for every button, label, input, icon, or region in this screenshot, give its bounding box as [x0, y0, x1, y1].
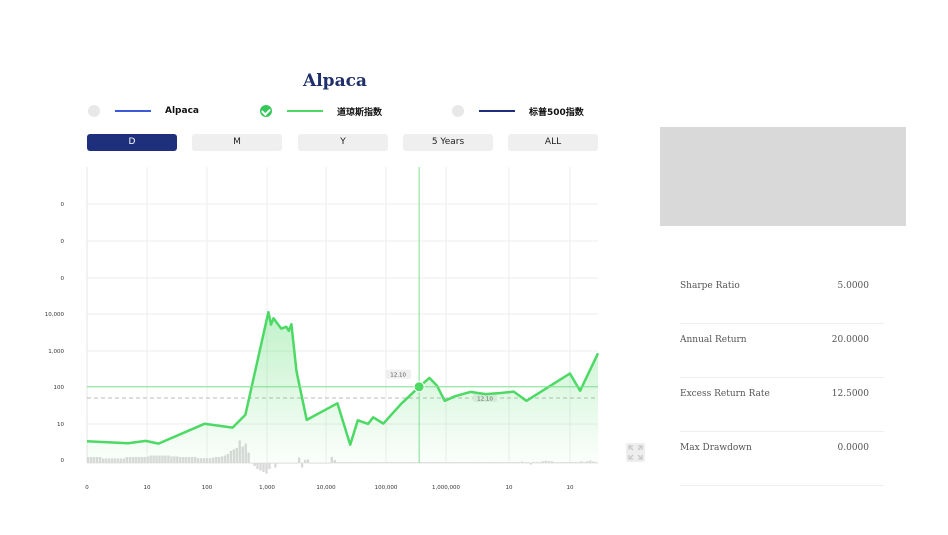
- x-tick-label: 1,000,000: [432, 485, 460, 491]
- volume-bar: [321, 463, 325, 464]
- volume-bar: [280, 463, 283, 464]
- volume-bar: [256, 463, 259, 469]
- volume-bar: [259, 463, 262, 471]
- stat-row-annual-return: Annual Return 20.0000: [680, 324, 884, 378]
- stat-label: Max Drawdown: [680, 443, 752, 453]
- volume-bar: [262, 463, 265, 472]
- stat-value: 5.0000: [837, 281, 870, 291]
- x-tick-label: 10: [144, 485, 151, 491]
- y-tick-label: 10: [57, 422, 64, 428]
- volume-bar: [250, 463, 253, 464]
- stat-value: 0.0000: [837, 443, 870, 453]
- crosshair-label: 12.10: [390, 372, 406, 378]
- volume-bar: [324, 463, 328, 464]
- volume-bar: [253, 463, 256, 466]
- volume-bar: [268, 463, 271, 469]
- crosshair-point: [413, 381, 425, 393]
- y-tick-label: 10,000: [45, 312, 65, 318]
- y-tick-label: 0: [61, 458, 65, 464]
- y-tick-label: 1,000: [48, 349, 64, 355]
- volume-bar: [265, 463, 268, 474]
- volume-bar: [274, 463, 277, 468]
- volume-bar: [271, 463, 274, 464]
- volume-bar: [309, 463, 313, 464]
- x-tick-label: 0: [85, 485, 89, 491]
- stat-row-sharpe: Sharpe Ratio 5.0000: [680, 270, 884, 324]
- line-chart[interactable]: 12.10 12.10 0101001,00010,0000000101001,…: [0, 0, 660, 500]
- stat-row-excess-return: Excess Return Rate 12.5000: [680, 378, 884, 432]
- volume-bar: [283, 463, 286, 464]
- volume-bar: [286, 463, 289, 464]
- x-tick-label: 1,000: [259, 485, 275, 491]
- volume-bar: [289, 463, 292, 464]
- volume-bar: [327, 463, 330, 464]
- volume-bar: [529, 463, 533, 465]
- x-tick-label: 10,000: [316, 485, 336, 491]
- stat-value: 20.0000: [831, 335, 869, 345]
- volume-bar: [312, 463, 316, 464]
- x-tick-label: 10: [506, 485, 513, 491]
- volume-bar: [315, 463, 319, 464]
- x-tick-label: 100,000: [375, 485, 398, 491]
- y-tick-label: 100: [54, 385, 65, 391]
- volume-bar: [295, 463, 298, 464]
- x-tick-label: 10: [567, 485, 574, 491]
- volume-bar: [318, 463, 322, 464]
- y-tick-label: 0: [61, 239, 65, 245]
- stat-value: 12.5000: [831, 389, 869, 399]
- stat-label: Annual Return: [680, 335, 747, 345]
- x-tick-label: 100: [202, 485, 213, 491]
- stats-table: Sharpe Ratio 5.0000 Annual Return 20.000…: [680, 270, 884, 486]
- stat-label: Excess Return Rate: [680, 389, 770, 399]
- expand-icon[interactable]: [626, 443, 645, 462]
- y-tick-label: 0: [61, 202, 65, 208]
- volume-bar: [292, 463, 295, 464]
- image-placeholder: [660, 127, 906, 226]
- stat-row-max-drawdown: Max Drawdown 0.0000: [680, 432, 884, 486]
- volume-bar: [300, 463, 304, 468]
- stat-label: Sharpe Ratio: [680, 281, 740, 291]
- volume-bar: [277, 463, 280, 464]
- y-tick-label: 0: [61, 276, 65, 282]
